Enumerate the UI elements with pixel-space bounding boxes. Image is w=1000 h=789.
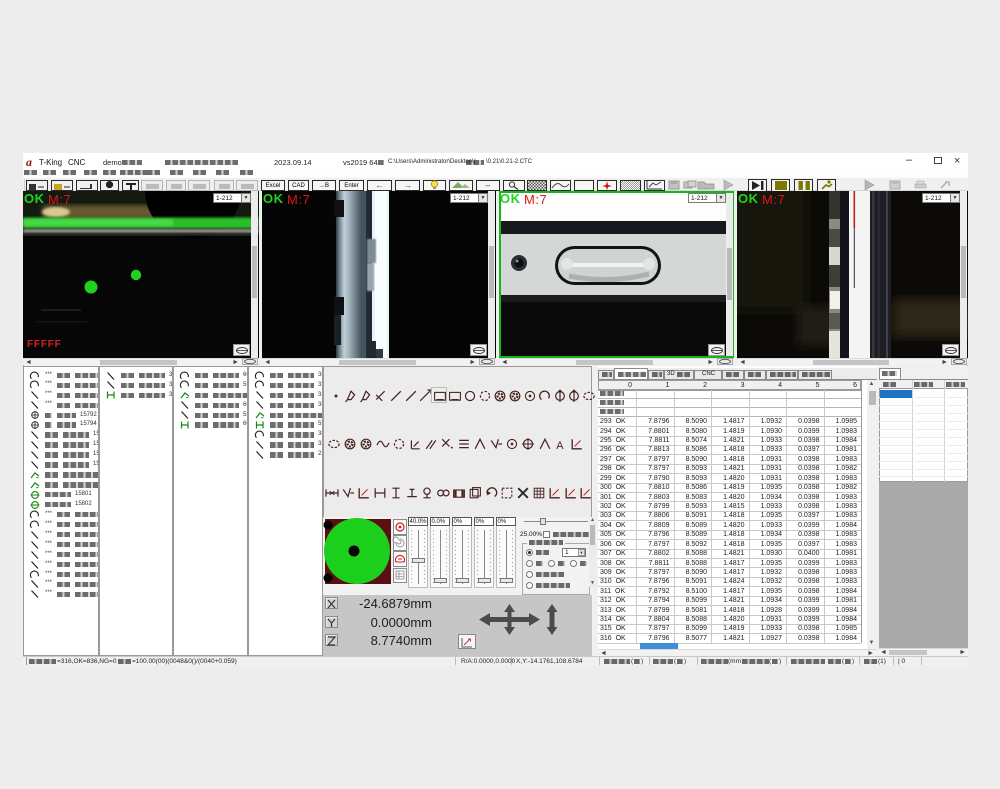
svg-text:A: A [556,440,564,452]
svg-text:FFFFF: FFFFF [27,339,62,350]
